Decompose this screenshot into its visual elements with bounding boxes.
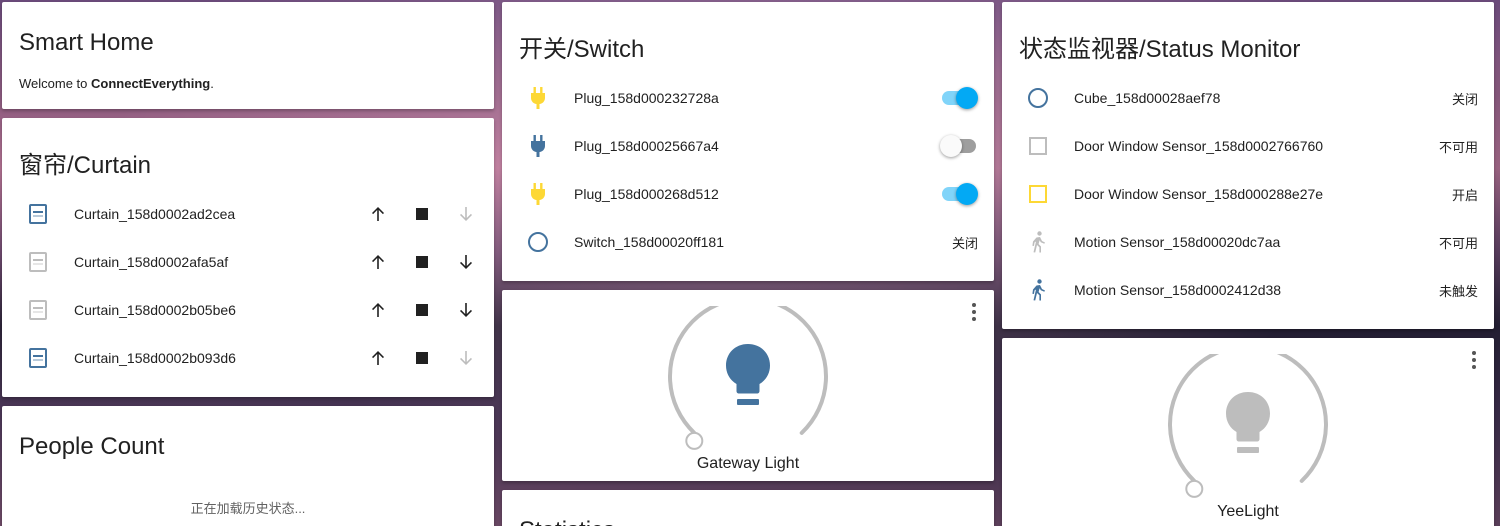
sensor-name[interactable]: Door Window Sensor_158d000288e27e: [1074, 186, 1323, 202]
lightbulb-icon[interactable]: [724, 342, 772, 408]
loading-text: 正在加载历史状态...: [190, 501, 306, 516]
more-menu-icon[interactable]: [1466, 348, 1482, 372]
walk-icon[interactable]: [1026, 230, 1050, 254]
status-row[interactable]: Cube_158d00028aef78 关闭: [1002, 74, 1494, 122]
state-text: 不可用: [1438, 235, 1478, 251]
close-cover-button[interactable]: [454, 298, 478, 322]
status-row[interactable]: Motion Sensor_158d0002412d38 未触发: [1002, 266, 1494, 314]
sensor-name[interactable]: Motion Sensor_158d0002412d38: [1074, 282, 1281, 298]
status-row[interactable]: Door Window Sensor_158d0002766760 不可用: [1002, 122, 1494, 170]
gateway-light-card: Gateway Light: [502, 290, 994, 481]
state-text: 关闭: [1451, 91, 1478, 107]
sensor-name[interactable]: Motion Sensor_158d00020dc7aa: [1074, 234, 1280, 250]
circle-outline-icon[interactable]: [526, 230, 550, 254]
window-shutter-icon[interactable]: [26, 298, 50, 322]
curtain-row[interactable]: Curtain_158d0002ad2cea: [2, 190, 494, 238]
people-count-card: People Count 正在加载历史状态...: [2, 406, 494, 526]
curtain-row[interactable]: Curtain_158d0002afa5af: [2, 238, 494, 286]
window-shutter-icon[interactable]: [26, 250, 50, 274]
welcome-text: Welcome to ConnectEverything.: [19, 76, 214, 91]
switch-name[interactable]: Plug_158d00025667a4: [574, 138, 719, 154]
more-menu-icon[interactable]: [966, 300, 982, 324]
switch-row[interactable]: Plug_158d000232728a: [502, 74, 994, 122]
switch-name[interactable]: Plug_158d000232728a: [574, 90, 719, 106]
open-cover-button[interactable]: [366, 202, 390, 226]
yeelight-card: YeeLight: [1002, 338, 1494, 526]
state-text: 不可用: [1438, 139, 1478, 155]
switch-row[interactable]: Plug_158d00025667a4: [502, 122, 994, 170]
toggle-switch[interactable]: [940, 134, 978, 158]
open-cover-button[interactable]: [366, 298, 390, 322]
state-text: 关闭: [951, 235, 978, 251]
curtain-name[interactable]: Curtain_158d0002ad2cea: [74, 206, 235, 222]
close-cover-button[interactable]: [454, 202, 478, 226]
status-row[interactable]: Door Window Sensor_158d000288e27e 开启: [1002, 170, 1494, 218]
card-title: 状态监视器/Status Monitor: [1019, 36, 1301, 63]
square-outline-icon[interactable]: [1026, 182, 1050, 206]
open-cover-button[interactable]: [366, 346, 390, 370]
switch-row[interactable]: Switch_158d00020ff181 关闭: [502, 218, 994, 266]
slider-handle: [685, 431, 704, 450]
stop-cover-button[interactable]: [410, 298, 434, 322]
curtain-name[interactable]: Curtain_158d0002afa5af: [74, 254, 228, 270]
stop-cover-button[interactable]: [410, 346, 434, 370]
switch-row[interactable]: Plug_158d000268d512: [502, 170, 994, 218]
circle-outline-icon[interactable]: [1026, 86, 1050, 110]
toggle-switch[interactable]: [942, 182, 978, 206]
curtain-row[interactable]: Curtain_158d0002b093d6: [2, 334, 494, 382]
curtain-name[interactable]: Curtain_158d0002b05be6: [74, 302, 236, 318]
card-title: 窗帘/Curtain: [19, 152, 152, 179]
open-cover-button[interactable]: [366, 250, 390, 274]
card-title: 开关/Switch: [519, 36, 645, 63]
square-outline-icon[interactable]: [1026, 134, 1050, 158]
window-shutter-icon[interactable]: [26, 202, 50, 226]
statistics-card: Statistics: [502, 490, 994, 526]
switch-name[interactable]: Switch_158d00020ff181: [574, 234, 724, 250]
sensor-name[interactable]: Door Window Sensor_158d0002766760: [1074, 138, 1323, 154]
card-title: People Count: [19, 433, 165, 460]
switch-card: 开关/Switch Plug_158d000232728a Plug_158d00…: [502, 2, 994, 281]
stop-cover-button[interactable]: [410, 202, 434, 226]
curtain-row[interactable]: Curtain_158d0002b05be6: [2, 286, 494, 334]
light-name: Gateway Light: [696, 455, 800, 472]
state-text: 开启: [1451, 187, 1478, 203]
lightbulb-icon[interactable]: [1224, 390, 1272, 456]
smart-home-card: Smart Home Welcome to ConnectEverything.: [2, 2, 494, 109]
curtain-card: 窗帘/Curtain Curtain_158d0002ad2cea Curtain…: [2, 118, 494, 397]
sensor-name[interactable]: Cube_158d00028aef78: [1074, 90, 1220, 106]
power-plug-icon[interactable]: [526, 134, 550, 158]
power-plug-icon[interactable]: [526, 182, 550, 206]
stop-cover-button[interactable]: [410, 250, 434, 274]
state-text: 未触发: [1438, 283, 1478, 299]
toggle-switch[interactable]: [942, 86, 978, 110]
close-cover-button[interactable]: [454, 250, 478, 274]
slider-handle: [1185, 479, 1204, 498]
walk-icon[interactable]: [1026, 278, 1050, 302]
status-row[interactable]: Motion Sensor_158d00020dc7aa 不可用: [1002, 218, 1494, 266]
brand-name: ConnectEverything: [91, 76, 211, 91]
status-monitor-card: 状态监视器/Status Monitor Cube_158d00028aef78…: [1002, 2, 1494, 329]
curtain-name[interactable]: Curtain_158d0002b093d6: [74, 350, 236, 366]
light-name: YeeLight: [1217, 503, 1279, 520]
card-title: Statistics: [519, 517, 615, 526]
card-title: Smart Home: [19, 29, 154, 56]
switch-name[interactable]: Plug_158d000268d512: [574, 186, 719, 202]
window-shutter-icon[interactable]: [26, 346, 50, 370]
power-plug-icon[interactable]: [526, 86, 550, 110]
close-cover-button[interactable]: [454, 346, 478, 370]
